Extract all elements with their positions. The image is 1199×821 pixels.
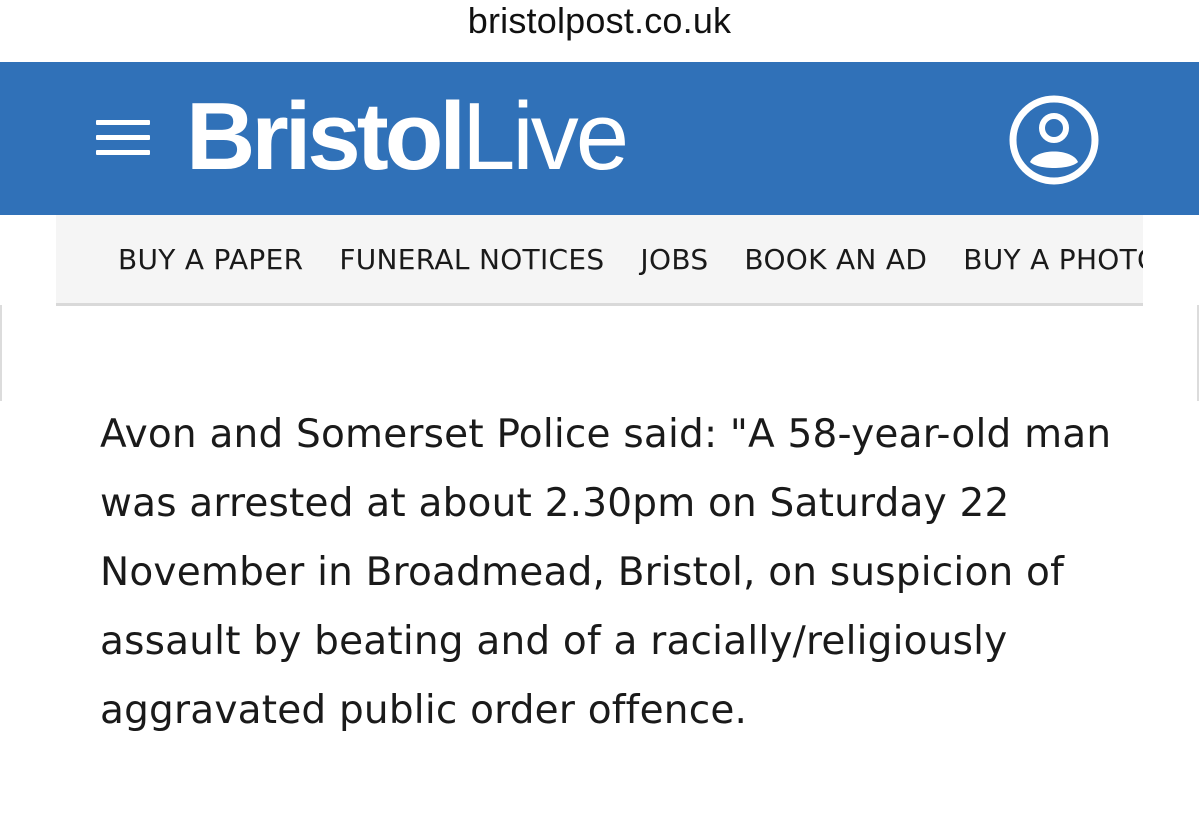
site-masthead: Bristol Live xyxy=(0,62,1199,215)
article-body: Avon and Somerset Police said: "A 58-yea… xyxy=(100,400,1130,745)
url-text[interactable]: bristolpost.co.uk xyxy=(468,0,732,42)
article-paragraph: Avon and Somerset Police said: "A 58-yea… xyxy=(100,412,1112,733)
nav-item-funeral-notices[interactable]: FUNERAL NOTICES xyxy=(339,243,604,276)
nav-item-buy-a-paper[interactable]: BUY A PAPER xyxy=(118,243,303,276)
nav-item-jobs[interactable]: JOBS xyxy=(640,243,708,276)
ad-slot-left-edge xyxy=(0,305,2,401)
hamburger-menu-icon[interactable] xyxy=(96,118,150,158)
nav-item-book-an-ad[interactable]: BOOK AN AD xyxy=(744,243,927,276)
top-nav-strip: BUY A PAPER FUNERAL NOTICES JOBS BOOK AN… xyxy=(56,215,1143,306)
site-logo[interactable]: Bristol Live xyxy=(186,82,629,192)
browser-url-bar[interactable]: bristolpost.co.uk xyxy=(0,0,1199,62)
logo-light-text: Live xyxy=(462,83,629,190)
nav-list: BUY A PAPER FUNERAL NOTICES JOBS BOOK AN… xyxy=(118,215,1143,303)
nav-item-buy-a-photo[interactable]: BUY A PHOTO xyxy=(963,243,1143,276)
user-account-icon[interactable] xyxy=(1008,94,1100,186)
logo-bold-text: Bristol xyxy=(186,83,466,190)
